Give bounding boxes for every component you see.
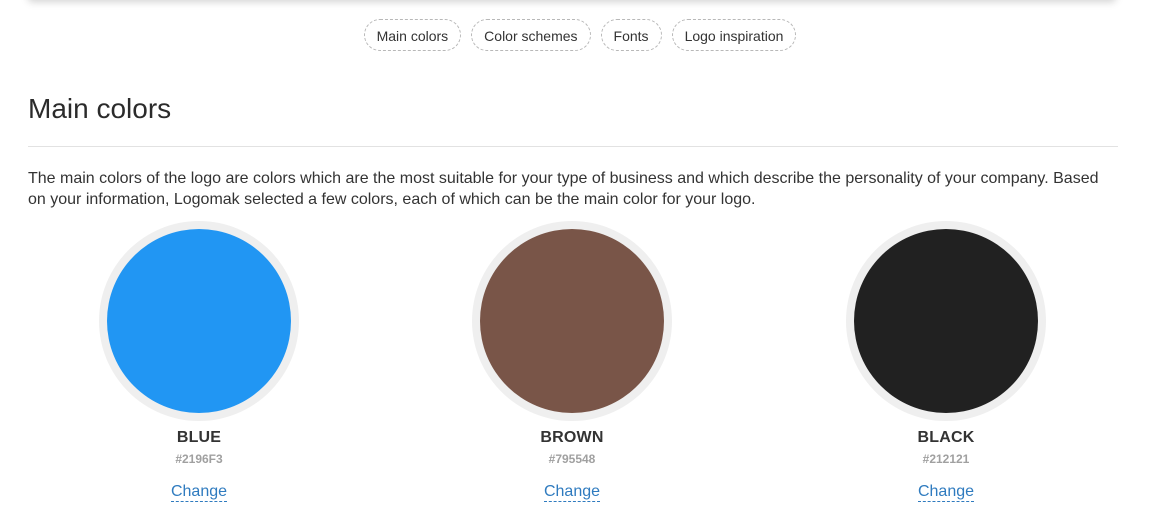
color-swatch-blue: BLUE #2196F3 Change: [49, 221, 349, 502]
change-color-link-blue[interactable]: Change: [170, 482, 228, 502]
nav-pill-color-schemes[interactable]: Color schemes: [471, 19, 591, 51]
change-color-link-brown[interactable]: Change: [543, 482, 601, 502]
nav-pill-main-colors[interactable]: Main colors: [363, 19, 462, 51]
swatch-ring: [99, 221, 299, 421]
color-name: BLACK: [917, 429, 975, 446]
color-hex: #212121: [922, 452, 970, 466]
nav-pill-logo-inspiration[interactable]: Logo inspiration: [671, 19, 797, 51]
nav-pill-fonts[interactable]: Fonts: [600, 19, 662, 51]
section-nav: Main colors Color schemes Fonts Logo ins…: [0, 19, 1151, 51]
color-hex: #795548: [548, 452, 596, 466]
change-color-link-black[interactable]: Change: [917, 482, 975, 502]
color-hex: #2196F3: [175, 452, 223, 466]
color-circle-brown: [480, 229, 664, 413]
color-swatch-brown: BROWN #795548 Change: [422, 221, 722, 502]
color-name: BLUE: [176, 429, 222, 446]
color-name: BROWN: [540, 429, 604, 446]
page: Main colors Color schemes Fonts Logo ins…: [0, 0, 1151, 531]
color-circle-blue: [107, 229, 291, 413]
section-description: The main colors of the logo are colors w…: [28, 170, 1099, 208]
swatch-ring: [846, 221, 1046, 421]
section-title: Main colors: [28, 93, 172, 124]
section-divider: [28, 146, 1118, 147]
color-swatch-black: BLACK #212121 Change: [796, 221, 1096, 502]
color-circle-black: [854, 229, 1038, 413]
swatch-ring: [472, 221, 672, 421]
